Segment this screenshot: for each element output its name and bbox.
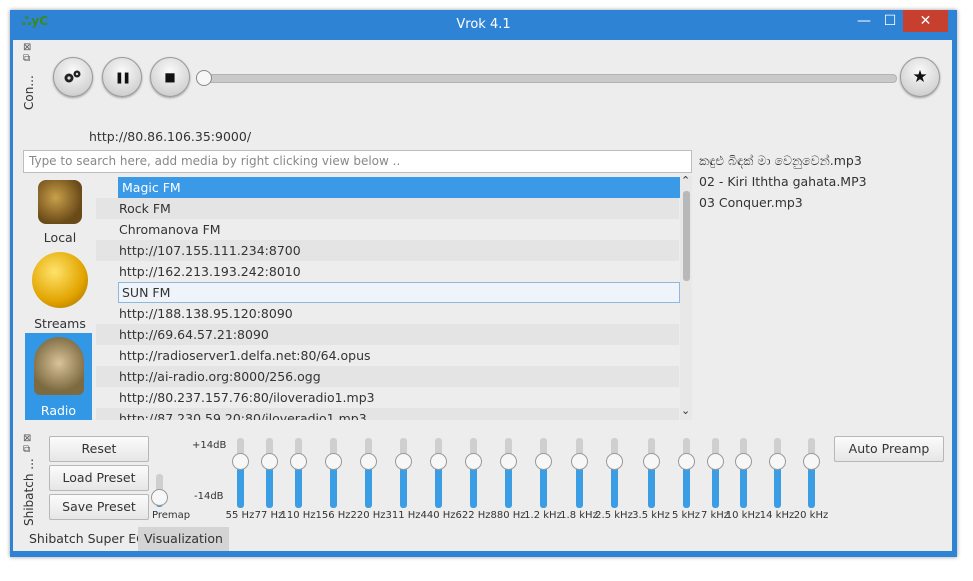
eq-band-knob[interactable]	[735, 453, 752, 470]
save-preset-button[interactable]: Save Preset	[49, 494, 149, 520]
list-item[interactable]: Magic FM	[118, 177, 690, 198]
eq-band-knob[interactable]	[290, 453, 307, 470]
controls-dock-handle[interactable]: ⊠ ⧉ Con...	[22, 42, 37, 112]
list-item[interactable]: Chromanova FM	[96, 219, 679, 240]
eq-dock-handle[interactable]: ⊠ ⧉ Shibatch ...	[22, 433, 37, 526]
eq-band-knob[interactable]	[430, 453, 447, 470]
maximize-button[interactable]: ☐	[877, 10, 903, 32]
eq-band-slider-880-hz[interactable]	[500, 438, 517, 508]
scroll-thumb[interactable]	[683, 191, 690, 281]
stop-button[interactable]: ■	[150, 57, 190, 97]
playlist-item[interactable]: කඳුළු බිඳක් මා වෙනුවෙන්.mp3	[699, 153, 862, 169]
settings-button[interactable]	[53, 57, 93, 97]
list-item[interactable]: http://107.155.111.234:8700	[96, 240, 679, 261]
eq-band-knob[interactable]	[769, 453, 786, 470]
controls-dock-label: Con...	[22, 75, 36, 110]
dock-float-icon[interactable]: ⧉	[23, 444, 37, 455]
eq-band-slider-311-hz[interactable]	[395, 438, 412, 508]
eq-band-slider-77-hz[interactable]	[261, 438, 278, 508]
close-button[interactable]: ✕	[903, 10, 948, 32]
scroll-up-icon[interactable]: ⌃	[681, 174, 690, 187]
list-item[interactable]: http://80.237.157.76:80/iloveradio1.mp3	[96, 387, 679, 408]
radio-list-scrollbar[interactable]: ⌃ ⌄	[680, 174, 692, 420]
eq-band-slider-7-khz[interactable]	[707, 438, 724, 508]
seek-bar[interactable]	[201, 74, 897, 83]
eq-band-slider-440-hz[interactable]	[430, 438, 447, 508]
main-area: ⊠ ⧉ Con... ❚❚ ■ ★ http://80.86.106.35:90…	[13, 40, 952, 551]
eq-band-knob[interactable]	[395, 453, 412, 470]
eq-band-knob[interactable]	[500, 453, 517, 470]
auto-preamp-button[interactable]: Auto Preamp	[834, 436, 944, 462]
eq-band-slider-622-hz[interactable]	[465, 438, 482, 508]
eq-band-label: 20 kHz	[793, 510, 829, 521]
star-icon: ★	[912, 67, 928, 87]
reset-button[interactable]: Reset	[49, 436, 149, 462]
current-url: http://80.86.106.35:9000/	[89, 129, 252, 144]
gear-icon	[64, 70, 81, 83]
tab-shibatch-super-eq[interactable]: Shibatch Super EQ	[23, 527, 152, 551]
playlist-item[interactable]: 02 - Kiri Iththa gahata.MP3	[699, 174, 867, 189]
eq-band-slider-2.5-khz[interactable]	[606, 438, 623, 508]
list-item[interactable]: http://ai-radio.org:8000/256.ogg	[96, 366, 679, 387]
eq-band-knob[interactable]	[465, 453, 482, 470]
load-preset-button[interactable]: Load Preset	[49, 465, 149, 491]
eq-band-knob[interactable]	[535, 453, 552, 470]
seek-handle[interactable]	[196, 70, 212, 86]
dock-float-icon[interactable]: ⧉	[23, 53, 37, 64]
eq-band-knob[interactable]	[606, 453, 623, 470]
eq-band-slider-3.5-khz[interactable]	[643, 438, 660, 508]
playlist: කඳුළු බිඳක් මා වෙනුවෙන්.mp3 02 - Kiri It…	[695, 150, 941, 422]
eq-band-knob[interactable]	[261, 453, 278, 470]
preamp-slider[interactable]	[151, 474, 168, 507]
search-input[interactable]: Type to search here, add media by right …	[23, 150, 692, 173]
dock-close-icon[interactable]: ⊠	[23, 42, 37, 53]
eq-band-slider-156-hz[interactable]	[325, 438, 342, 508]
playlist-item[interactable]: 03 Conquer.mp3	[699, 195, 803, 210]
eq-band-slider-1.8-khz[interactable]	[571, 438, 588, 508]
pause-icon: ❚❚	[114, 70, 132, 84]
db-min-label: -14dB	[194, 491, 224, 502]
eq-dock-label: Shibatch ...	[22, 458, 36, 526]
eq-band-knob[interactable]	[571, 453, 588, 470]
db-max-label: +14dB	[192, 440, 227, 451]
eq-band-knob[interactable]	[678, 453, 695, 470]
eq-band-knob[interactable]	[325, 453, 342, 470]
eq-band-slider-220-hz[interactable]	[360, 438, 377, 508]
tab-visualization[interactable]: Visualization	[138, 527, 229, 551]
eq-band-knob[interactable]	[232, 453, 249, 470]
eq-band-slider-10-khz[interactable]	[735, 438, 752, 508]
preamp-knob[interactable]	[151, 489, 168, 507]
eq-band-slider-1.2-khz[interactable]	[535, 438, 552, 508]
eq-band-slider-5-khz[interactable]	[678, 438, 695, 508]
preamp-label: Premap	[152, 510, 191, 521]
eq-band-slider-14-khz[interactable]	[769, 438, 786, 508]
eq-band-knob[interactable]	[643, 453, 660, 470]
pause-button[interactable]: ❚❚	[102, 57, 142, 97]
list-item[interactable]: http://188.138.95.120:8090	[96, 303, 679, 324]
scroll-down-icon[interactable]: ⌄	[681, 404, 690, 417]
eq-band-slider-110-hz[interactable]	[290, 438, 307, 508]
eq-band-knob[interactable]	[707, 453, 724, 470]
window-title: Vrok 4.1	[456, 17, 511, 32]
stop-icon: ■	[164, 70, 176, 84]
eq-band-slider-20-khz[interactable]	[803, 438, 820, 508]
favorite-button[interactable]: ★	[900, 57, 940, 97]
radio-list: Magic FM Rock FM Chromanova FM http://10…	[13, 176, 693, 420]
list-item[interactable]: SUN FM	[118, 282, 680, 303]
list-item[interactable]: Rock FM	[96, 198, 679, 219]
list-item[interactable]: http://162.213.193.242:8010	[96, 261, 679, 282]
list-item[interactable]: http://69.64.57.21:8090	[96, 324, 679, 345]
list-item[interactable]: http://87.230.59.20:80/iloveradio1.mp3	[96, 408, 679, 420]
eq-band-knob[interactable]	[803, 453, 820, 470]
minimize-button[interactable]: —	[851, 10, 877, 32]
dock-close-icon[interactable]: ⊠	[23, 433, 37, 444]
app-window: ஃyC Vrok 4.1 — ☐ ✕ ⊠ ⧉ Con... ❚❚ ■ ★ htt…	[10, 10, 957, 557]
eq-band-slider-55-hz[interactable]	[232, 438, 249, 508]
list-item[interactable]: http://radioserver1.delfa.net:80/64.opus	[96, 345, 679, 366]
title-bar[interactable]: ஃyC Vrok 4.1 — ☐ ✕	[10, 10, 957, 40]
eq-band-knob[interactable]	[360, 453, 377, 470]
